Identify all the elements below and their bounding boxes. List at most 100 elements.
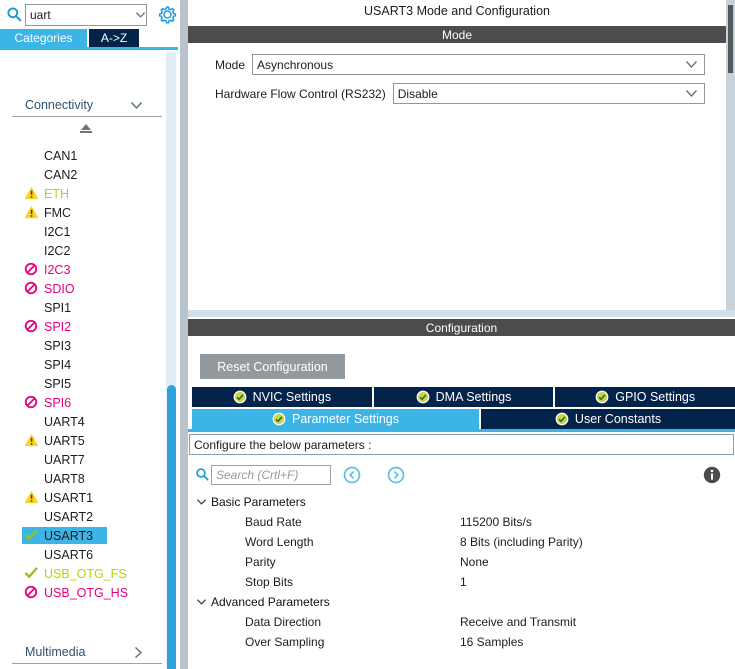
parameter-search-row (188, 462, 735, 488)
section-multimedia[interactable]: Multimedia (0, 643, 165, 661)
parameter-row-data-direction[interactable]: Data Direction Receive and Transmit (188, 612, 735, 632)
sidebar-item-uart8[interactable]: UART8 (0, 469, 164, 488)
configuration-tabs-row2: Parameter Settings User Constants (192, 409, 735, 429)
sidebar-item-uart4[interactable]: UART4 (0, 412, 164, 431)
sidebar-item-usb_otg_fs[interactable]: USB_OTG_FS (0, 564, 164, 583)
sidebar-item-label: I2C3 (44, 262, 71, 277)
sidebar-item-sdio[interactable]: SDIO (0, 279, 164, 298)
section-connectivity[interactable]: Connectivity (0, 96, 165, 114)
panel-splitter-horizontal[interactable] (188, 310, 735, 317)
status-icon-slot (24, 300, 39, 315)
sidebar-item-label: SPI6 (44, 395, 72, 410)
list-scroll-up-arrow[interactable] (80, 124, 92, 133)
sidebar-item-i2c3[interactable]: I2C3 (0, 260, 164, 279)
sidebar-item-label: UART5 (44, 433, 85, 448)
sidebar-item-spi5[interactable]: SPI5 (0, 374, 164, 393)
mode-and-configuration-panel: USART3 Mode and Configuration Mode Mode … (188, 0, 735, 669)
sidebar-item-uart5[interactable]: UART5 (0, 431, 164, 450)
section-divider (12, 663, 162, 664)
sidebar-item-label: SPI2 (44, 319, 72, 334)
parameter-value[interactable]: None (460, 555, 489, 569)
check-badge-icon (233, 390, 247, 404)
peripheral-search-combo[interactable] (25, 4, 147, 26)
sidebar-item-usart6[interactable]: USART6 (0, 545, 164, 564)
reset-configuration-button[interactable]: Reset Configuration (200, 354, 345, 379)
sidebar-item-label: SPI5 (44, 376, 72, 391)
parameter-value[interactable]: 1 (460, 575, 467, 589)
mode-select[interactable]: Asynchronous (252, 54, 705, 75)
sidebar-item-spi4[interactable]: SPI4 (0, 355, 164, 374)
sidebar-item-spi3[interactable]: SPI3 (0, 336, 164, 355)
status-icon-slot (24, 224, 39, 239)
check-icon (24, 566, 39, 581)
tab-categories[interactable]: Categories (0, 29, 87, 47)
gear-icon[interactable] (157, 4, 178, 25)
sidebar-item-can1[interactable]: CAN1 (0, 146, 164, 165)
sidebar-scrollbar-thumb[interactable] (167, 385, 176, 669)
parameter-name: Over Sampling (245, 635, 325, 649)
parameter-row-word-length[interactable]: Word Length 8 Bits (including Parity) (188, 532, 735, 552)
parameter-row-over-sampling[interactable]: Over Sampling 16 Samples (188, 632, 735, 652)
tab-gpio-settings[interactable]: GPIO Settings (555, 387, 735, 407)
panel-splitter-vertical[interactable] (180, 0, 188, 669)
status-icon-slot (24, 338, 39, 353)
parameter-row-stop-bits[interactable]: Stop Bits 1 (188, 572, 735, 592)
sidebar-item-i2c2[interactable]: I2C2 (0, 241, 164, 260)
peripheral-search-input[interactable] (26, 8, 135, 22)
info-icon[interactable] (703, 466, 721, 484)
search-next-button[interactable] (387, 466, 405, 484)
chevron-down-icon (685, 60, 698, 69)
status-icon-slot (24, 452, 39, 467)
parameter-value[interactable]: Receive and Transmit (460, 615, 576, 629)
blocked-icon (24, 585, 39, 600)
warning-icon (24, 433, 39, 448)
blocked-icon (24, 395, 39, 410)
section-multimedia-label: Multimedia (25, 645, 86, 659)
sidebar-item-usart2[interactable]: USART2 (0, 507, 164, 526)
tab-dma-settings[interactable]: DMA Settings (373, 387, 554, 407)
sidebar-item-spi6[interactable]: SPI6 (0, 393, 164, 412)
tab-label: GPIO Settings (615, 390, 696, 404)
sidebar-item-can2[interactable]: CAN2 (0, 165, 164, 184)
status-icon-slot (24, 148, 39, 163)
parameter-value[interactable]: 8 Bits (including Parity) (460, 535, 583, 549)
parameter-value[interactable]: 115200 Bits/s (460, 515, 532, 529)
sidebar-item-usart1[interactable]: USART1 (0, 488, 164, 507)
check-badge-icon (416, 390, 430, 404)
configure-parameters-banner: Configure the below parameters : (189, 434, 734, 455)
sidebar-item-uart7[interactable]: UART7 (0, 450, 164, 469)
parameter-name: Stop Bits (245, 575, 294, 589)
sidebar-item-spi1[interactable]: SPI1 (0, 298, 164, 317)
sidebar-item-i2c1[interactable]: I2C1 (0, 222, 164, 241)
parameter-group-basic-parameters[interactable]: Basic Parameters (188, 492, 735, 512)
parameter-row-parity[interactable]: Parity None (188, 552, 735, 572)
parameter-group-advanced-parameters[interactable]: Advanced Parameters (188, 592, 735, 612)
check-badge-icon (272, 412, 286, 426)
sidebar-item-spi2[interactable]: SPI2 (0, 317, 164, 336)
parameter-name: Parity (245, 555, 276, 569)
page-title: USART3 Mode and Configuration (364, 4, 550, 18)
hw-flow-control-select[interactable]: Disable (392, 83, 705, 104)
sidebar-item-label: SPI3 (44, 338, 72, 353)
sidebar-item-usart3[interactable]: USART3 (0, 526, 164, 545)
tab-a-to-z[interactable]: A->Z (89, 29, 139, 47)
sidebar-item-label: UART8 (44, 471, 85, 486)
search-previous-button[interactable] (343, 466, 361, 484)
sidebar-item-usb_otg_hs[interactable]: USB_OTG_HS (0, 583, 164, 602)
status-icon-slot (24, 509, 39, 524)
mode-label: Mode (215, 57, 246, 72)
chevron-down-icon[interactable] (135, 11, 146, 19)
tab-parameter-settings[interactable]: Parameter Settings (192, 409, 479, 429)
parameter-row-baud-rate[interactable]: Baud Rate 115200 Bits/s (188, 512, 735, 532)
parameter-value[interactable]: 16 Samples (460, 635, 523, 649)
parameter-search-input[interactable] (211, 465, 331, 485)
tab-nvic-settings[interactable]: NVIC Settings (192, 387, 372, 407)
mode-panel-scrollbar-thumb[interactable] (728, 5, 733, 73)
sidebar-item-eth[interactable]: ETH (0, 184, 164, 203)
hw-flow-control-value: Disable (397, 86, 438, 101)
configuration-tabs-row1: NVIC Settings DMA Settings GPIO Settings (192, 387, 735, 407)
sidebar-item-label: CAN2 (44, 167, 78, 182)
blocked-icon (24, 319, 39, 334)
sidebar-item-fmc[interactable]: FMC (0, 203, 164, 222)
tab-user-constants[interactable]: User Constants (481, 409, 735, 429)
